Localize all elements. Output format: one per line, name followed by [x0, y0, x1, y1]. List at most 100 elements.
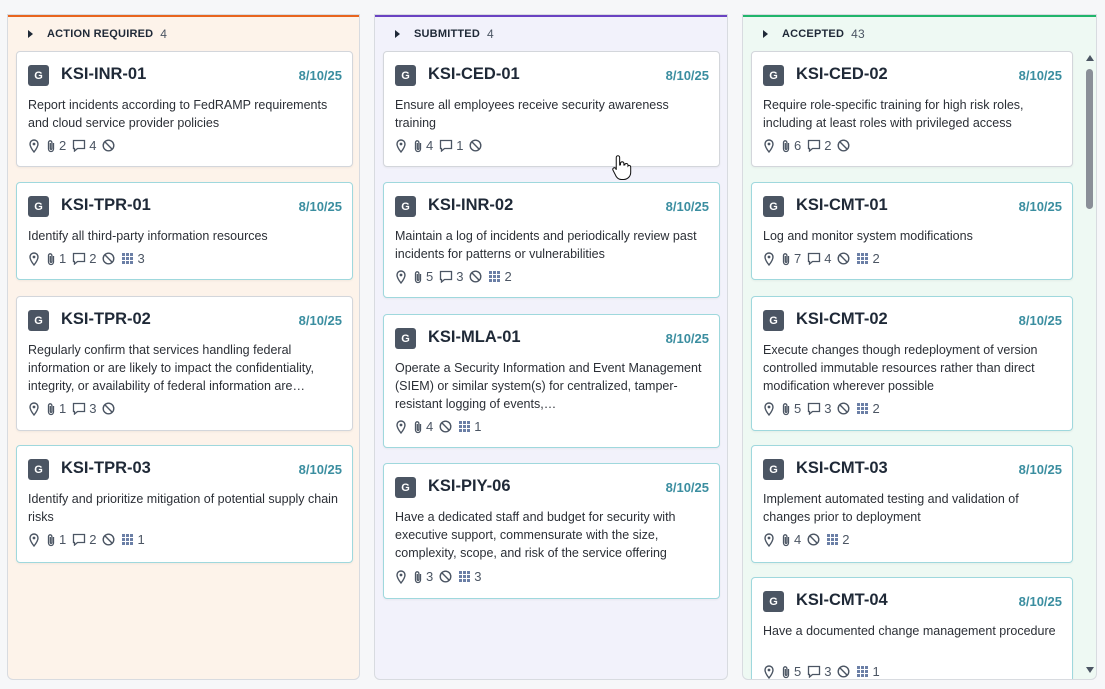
card-id[interactable]: KSI-TPR-03: [61, 459, 151, 478]
card-description: Operate a Security Information and Event…: [395, 361, 702, 411]
caret-right-icon[interactable]: [28, 30, 33, 38]
card-meta: 7 4 2: [763, 251, 886, 266]
grid-icon: [857, 253, 869, 264]
comment-icon: [440, 139, 453, 152]
comment-icon: [440, 270, 453, 283]
comments: 3: [807, 664, 831, 679]
card-id[interactable]: KSI-INR-01: [61, 65, 146, 84]
card-id[interactable]: KSI-TPR-02: [61, 310, 151, 329]
blocked-icon: [102, 402, 115, 415]
card[interactable]: G KSI-CMT-01 8/10/25 Log and monitor sys…: [751, 182, 1073, 280]
card-description: Implement automated testing and validati…: [763, 492, 1019, 524]
grid-icon: [122, 534, 134, 545]
card-date: 8/10/25: [298, 199, 342, 214]
comment-icon: [808, 139, 821, 152]
card-date: 8/10/25: [298, 68, 342, 83]
column-title: ACTION REQUIRED: [47, 28, 154, 40]
location-pin-icon: [763, 664, 775, 679]
card-meta: 2 4: [28, 138, 121, 153]
card-date: 8/10/25: [1018, 594, 1062, 609]
card-id[interactable]: KSI-CMT-04: [796, 591, 888, 610]
column-accent-bar: [375, 15, 727, 17]
column-title: ACCEPTED: [782, 28, 845, 40]
location-pin-icon: [395, 138, 407, 153]
card-id[interactable]: KSI-CED-01: [428, 65, 520, 84]
caret-right-icon[interactable]: [763, 30, 768, 38]
hand-cursor-icon: [612, 154, 634, 191]
card-id[interactable]: KSI-CMT-02: [796, 310, 888, 329]
card-meta: 5 3 2: [763, 401, 886, 416]
card[interactable]: G KSI-MLA-01 8/10/25 Operate a Security …: [383, 314, 720, 448]
card-meta: 5 3 2: [395, 269, 518, 284]
card-date: 8/10/25: [665, 331, 709, 346]
card-date: 8/10/25: [298, 462, 342, 477]
card[interactable]: G KSI-TPR-03 8/10/25 Identify and priori…: [16, 445, 353, 563]
card-id[interactable]: KSI-CMT-01: [796, 196, 888, 215]
card-meta: 1 3: [28, 401, 121, 416]
card[interactable]: G KSI-CED-02 8/10/25 Require role-specif…: [751, 51, 1073, 167]
grid-icon: [857, 403, 869, 414]
card-id[interactable]: KSI-TPR-01: [61, 196, 151, 215]
card-description: Require role-specific training for high …: [763, 98, 1024, 130]
blocked-icon: [102, 252, 115, 265]
blocked-icon: [102, 139, 115, 152]
card[interactable]: G KSI-CED-01 8/10/25 Ensure all employee…: [383, 51, 720, 167]
card-date: 8/10/25: [665, 68, 709, 83]
avatar: G: [28, 196, 49, 217]
card-id[interactable]: KSI-CED-02: [796, 65, 888, 84]
card-meta: 3 3: [395, 569, 487, 584]
paperclip-icon: [782, 139, 790, 152]
card-meta: 4 1: [395, 138, 488, 153]
column-action-required: ACTION REQUIRED 4 G KSI-INR-01 8/10/25 R…: [7, 14, 360, 680]
card-date: 8/10/25: [665, 199, 709, 214]
location-pin-icon: [28, 401, 40, 416]
attachments: 6: [781, 138, 801, 153]
card-id[interactable]: KSI-MLA-01: [428, 328, 521, 347]
card-description: Identify all third-party information res…: [28, 229, 268, 243]
card-id[interactable]: KSI-CMT-03: [796, 459, 888, 478]
avatar: G: [28, 459, 49, 480]
column-header[interactable]: ACTION REQUIRED 4: [28, 27, 167, 41]
scroll-down-arrow[interactable]: [1086, 667, 1094, 673]
grid-icon: [827, 534, 839, 545]
blocked-icon: [469, 270, 482, 283]
column-header[interactable]: SUBMITTED 4: [395, 27, 494, 41]
location-pin-icon: [28, 532, 40, 547]
card[interactable]: G KSI-INR-01 8/10/25 Report incidents ac…: [16, 51, 353, 167]
grid-items: 3: [121, 251, 145, 266]
card[interactable]: G KSI-CMT-02 8/10/25 Execute changes tho…: [751, 296, 1073, 431]
attachments: 5: [781, 401, 801, 416]
attachments: 3: [413, 569, 433, 584]
scrollbar-thumb[interactable]: [1086, 69, 1093, 209]
kanban-board: ACTION REQUIRED 4 G KSI-INR-01 8/10/25 R…: [0, 0, 1105, 689]
paperclip-icon: [782, 402, 790, 415]
grid-icon: [459, 571, 471, 582]
caret-right-icon[interactable]: [395, 30, 400, 38]
scroll-up-arrow[interactable]: [1086, 55, 1094, 61]
card[interactable]: G KSI-TPR-01 8/10/25 Identify all third-…: [16, 182, 353, 280]
card-id[interactable]: KSI-INR-02: [428, 196, 513, 215]
avatar: G: [395, 196, 416, 217]
paperclip-icon: [414, 570, 422, 583]
grid-icon: [489, 271, 501, 282]
blocked-icon: [102, 533, 115, 546]
paperclip-icon: [47, 533, 55, 546]
card-meta: 5 3 1: [763, 664, 886, 679]
attachments: 1: [46, 532, 66, 547]
card[interactable]: G KSI-PIY-06 8/10/25 Have a dedicated st…: [383, 463, 720, 599]
attachments: 4: [413, 419, 433, 434]
column-header[interactable]: ACCEPTED 43: [763, 27, 865, 41]
comments: 4: [72, 138, 96, 153]
card-meta: 6 2: [763, 138, 856, 153]
location-pin-icon: [28, 251, 40, 266]
comment-icon: [73, 252, 86, 265]
card-description: Log and monitor system modifications: [763, 229, 973, 243]
card[interactable]: G KSI-CMT-03 8/10/25 Implement automated…: [751, 445, 1073, 563]
column-count: 4: [486, 27, 494, 41]
card[interactable]: G KSI-INR-02 8/10/25 Maintain a log of i…: [383, 182, 720, 298]
card[interactable]: G KSI-TPR-02 8/10/25 Regularly confirm t…: [16, 296, 353, 431]
card-id[interactable]: KSI-PIY-06: [428, 477, 511, 496]
card[interactable]: G KSI-CMT-04 8/10/25 Have a documented c…: [751, 577, 1073, 679]
column-submitted: SUBMITTED 4 G KSI-CED-01 8/10/25 Ensure …: [374, 14, 728, 680]
column-accent-bar: [8, 15, 359, 17]
